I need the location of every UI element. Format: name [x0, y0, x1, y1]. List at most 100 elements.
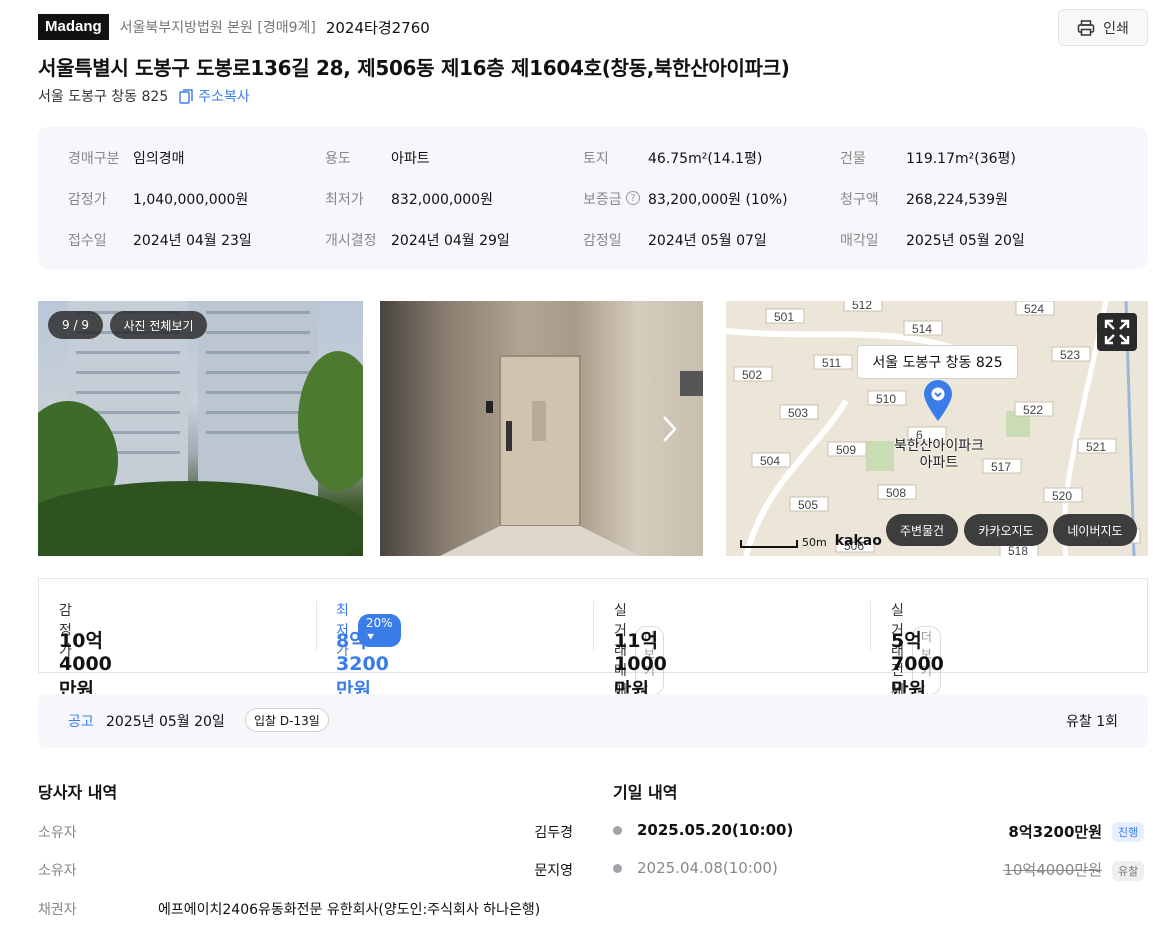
expand-icon: [1104, 319, 1130, 345]
building-photo[interactable]: 9 / 9 사진 전체보기: [38, 301, 363, 556]
photo-counter: 9 / 9: [48, 311, 103, 339]
info-value: 아파트: [391, 151, 430, 167]
building-image: [38, 301, 363, 556]
map-pin-icon: [924, 380, 952, 421]
lot-address: 서울 도봉구 창동 825: [38, 89, 169, 105]
divider: [316, 601, 317, 651]
view-all-photos-button[interactable]: 사진 전체보기: [110, 311, 207, 339]
schedule-price: 8억3200만원: [1008, 823, 1102, 841]
info-value: 46.75m²(14.1평): [648, 151, 763, 167]
party-name: 에프에이치2406유동화전문 유한회사(양도인:주식회사 하나은행): [158, 902, 541, 918]
naver-map-button[interactable]: 네이버지도: [1053, 514, 1137, 546]
party-name: 문지영: [534, 863, 573, 879]
map-block-label: 509: [836, 443, 856, 457]
divider: [870, 601, 871, 651]
parties-title: 당사자 내역: [38, 783, 118, 802]
map-block-label: 523: [1060, 348, 1080, 362]
schedule-dot: [613, 826, 622, 835]
info-label: 보증금: [583, 192, 622, 208]
info-label: 개시결정: [325, 233, 377, 249]
next-photo-icon[interactable]: [660, 414, 678, 444]
madang-logo: Madang: [38, 14, 109, 40]
party-role: 소유자: [38, 825, 77, 841]
sale-trade-value: 11억1000만원: [614, 630, 667, 701]
notice-label: 공고: [68, 714, 94, 730]
map-block-label: 514: [912, 322, 932, 336]
notice-date: 2025년 05월 20일: [106, 714, 225, 730]
nearby-items-button[interactable]: 주변물건: [886, 514, 958, 546]
schedule-price: 10억4000만원: [1003, 861, 1102, 879]
map-place-type: 아파트: [919, 455, 959, 471]
info-value: 832,000,000원: [391, 192, 493, 208]
info-label: 감정가: [68, 192, 107, 208]
lease-trade-value: 5억7000만원: [891, 630, 944, 701]
map-block-label: 508: [886, 486, 906, 500]
info-label: 접수일: [68, 233, 107, 249]
fail-count: 유찰 1회: [1066, 714, 1118, 730]
map-block-label: 511: [822, 356, 841, 370]
party-name: 김두경: [534, 825, 573, 841]
map-block-label: 505: [798, 498, 818, 512]
info-label: 토지: [583, 151, 609, 167]
map-block-label: 524: [1024, 302, 1044, 316]
map-block-label: 501: [774, 310, 794, 324]
map-block-label: 521: [1086, 440, 1106, 454]
help-icon[interactable]: ?: [626, 191, 640, 205]
notice-bar: 공고 2025년 05월 20일 입찰 D-13일 유찰 1회: [38, 694, 1148, 748]
info-value: 2025년 05월 20일: [906, 233, 1025, 249]
info-value: 119.17m²(36평): [906, 151, 1016, 167]
hallway-image: [440, 355, 703, 556]
map-fullscreen-button[interactable]: [1097, 313, 1137, 351]
scale-bar-icon: [740, 540, 798, 548]
info-label: 매각일: [840, 233, 879, 249]
copy-address-label: 주소복사: [198, 89, 250, 105]
info-value: 2024년 04월 23일: [133, 233, 252, 249]
map-block-label: 502: [742, 368, 762, 382]
minimum-value: 8억3200만원: [336, 630, 389, 701]
scale-label: 50m: [802, 536, 827, 549]
info-label: 경매구분: [68, 151, 120, 167]
map-block-label: 510: [876, 392, 896, 406]
map-block-label: 522: [1023, 403, 1043, 417]
map-place-name: 북한산아이파크: [893, 438, 985, 454]
schedule-date: 2025.04.08(10:00): [637, 859, 778, 877]
map-address-tag: 서울 도봉구 창동 825: [857, 345, 1018, 379]
schedule-dot: [613, 864, 622, 873]
party-role: 채권자: [38, 902, 77, 918]
map-block-label: 512: [852, 301, 872, 312]
case-number: 2024타경2760: [325, 18, 430, 37]
info-label: 청구액: [840, 192, 879, 208]
case-header: Madang 서울북부지방법원 본원 [경매9계] 2024타경2760: [38, 14, 430, 40]
kakao-logo: kakao: [834, 533, 882, 549]
map-block-label: 517: [991, 460, 1011, 474]
print-label: 인쇄: [1103, 20, 1129, 37]
bid-dday-badge: 입찰 D-13일: [245, 708, 329, 732]
copy-address-button[interactable]: 주소복사: [179, 86, 250, 106]
appraisal-value: 10억4000만원: [59, 630, 112, 701]
info-label: 용도: [325, 151, 351, 167]
map-scale: 50m kakao: [740, 533, 882, 549]
status-badge-progress: 진행: [1112, 822, 1145, 842]
info-label: 최저가: [325, 192, 364, 208]
info-label: 감정일: [583, 233, 622, 249]
printer-icon: [1077, 19, 1095, 36]
print-button[interactable]: 인쇄: [1058, 9, 1148, 46]
party-role: 소유자: [38, 863, 77, 879]
map-block-label: 504: [760, 454, 780, 468]
copy-icon: [179, 88, 193, 104]
map-block-label: 520: [1052, 489, 1072, 503]
price-summary: 감정가 10억4000만원 최저가 20% ⯆ 8억3200만원 실거래 매매가…: [38, 578, 1148, 719]
info-value: 83,200,000원 (10%): [648, 192, 788, 208]
info-value: 2024년 05월 07일: [648, 233, 767, 249]
schedule-date: 2025.05.20(10:00): [637, 821, 794, 839]
kakao-map-button[interactable]: 카카오지도: [964, 514, 1048, 546]
info-label: 건물: [840, 151, 866, 167]
map-block-label: 503: [788, 406, 808, 420]
info-value: 2024년 04월 29일: [391, 233, 510, 249]
status-badge-failed: 유찰: [1112, 861, 1145, 881]
info-value: 268,224,539원: [906, 192, 1008, 208]
divider: [593, 601, 594, 651]
hallway-photo[interactable]: [380, 301, 703, 556]
info-value: 1,040,000,000원: [133, 192, 249, 208]
schedule-title: 기일 내역: [613, 783, 678, 802]
